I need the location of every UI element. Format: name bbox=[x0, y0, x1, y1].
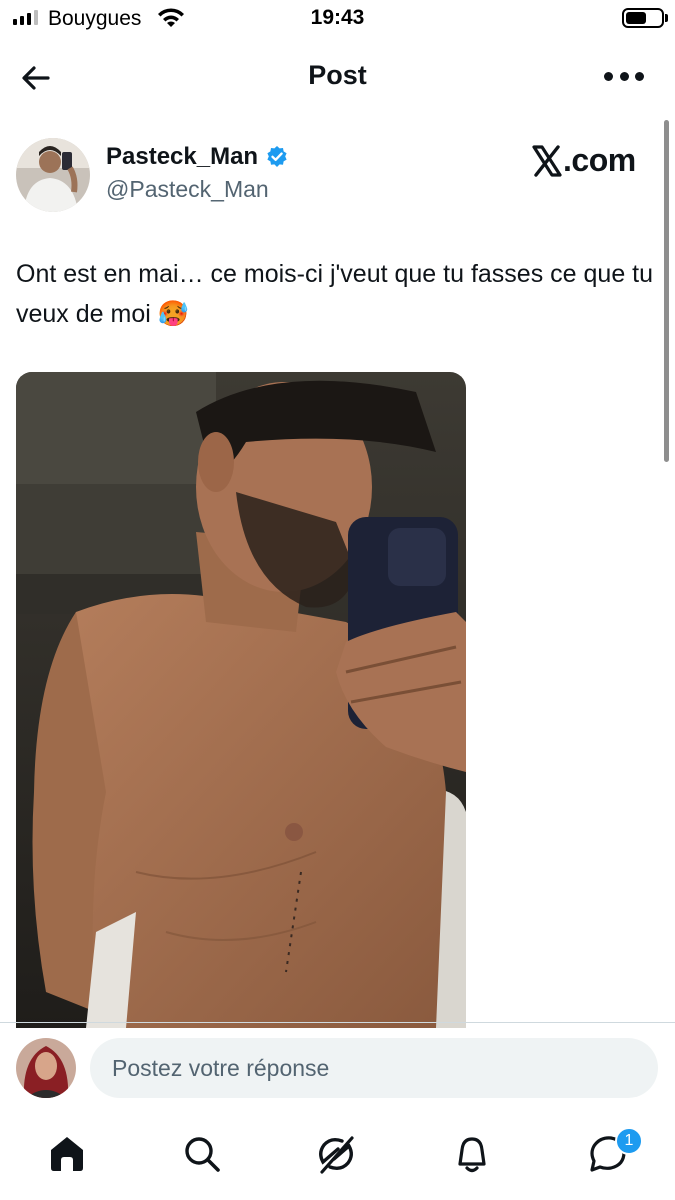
battery-level bbox=[626, 12, 646, 24]
post-header: Post bbox=[0, 50, 675, 104]
tweet-media-photo[interactable] bbox=[16, 372, 466, 1028]
page-title: Post bbox=[308, 60, 367, 90]
grok-icon[interactable] bbox=[314, 1132, 358, 1176]
x-com-watermark: .com bbox=[532, 142, 636, 179]
current-user-avatar[interactable] bbox=[16, 1038, 76, 1098]
author-name-row: Pasteck_Man bbox=[106, 143, 289, 171]
reply-divider bbox=[0, 1022, 675, 1023]
author-handle[interactable]: @Pasteck_Man bbox=[106, 176, 269, 203]
bell-icon[interactable] bbox=[450, 1132, 494, 1176]
bottom-tab-bar bbox=[0, 1120, 675, 1200]
verified-badge-icon bbox=[267, 146, 287, 167]
messages-badge: 1 bbox=[615, 1127, 643, 1155]
more-horizontal-icon[interactable] bbox=[604, 72, 644, 82]
battery-icon bbox=[622, 8, 664, 28]
author-avatar[interactable] bbox=[16, 138, 90, 212]
reply-input[interactable] bbox=[90, 1038, 658, 1098]
home-icon[interactable] bbox=[45, 1132, 89, 1176]
x-logo-icon bbox=[532, 144, 562, 177]
tweet-text: Ont est en mai… ce mois-ci j'veut que tu… bbox=[16, 260, 654, 328]
status-bar: Bouygues 19:43 bbox=[0, 0, 675, 38]
author-name[interactable]: Pasteck_Man bbox=[106, 143, 258, 171]
battery-tip bbox=[665, 14, 668, 22]
search-icon[interactable] bbox=[180, 1132, 224, 1176]
status-time: 19:43 bbox=[310, 6, 365, 29]
watermark-text: .com bbox=[563, 142, 636, 178]
